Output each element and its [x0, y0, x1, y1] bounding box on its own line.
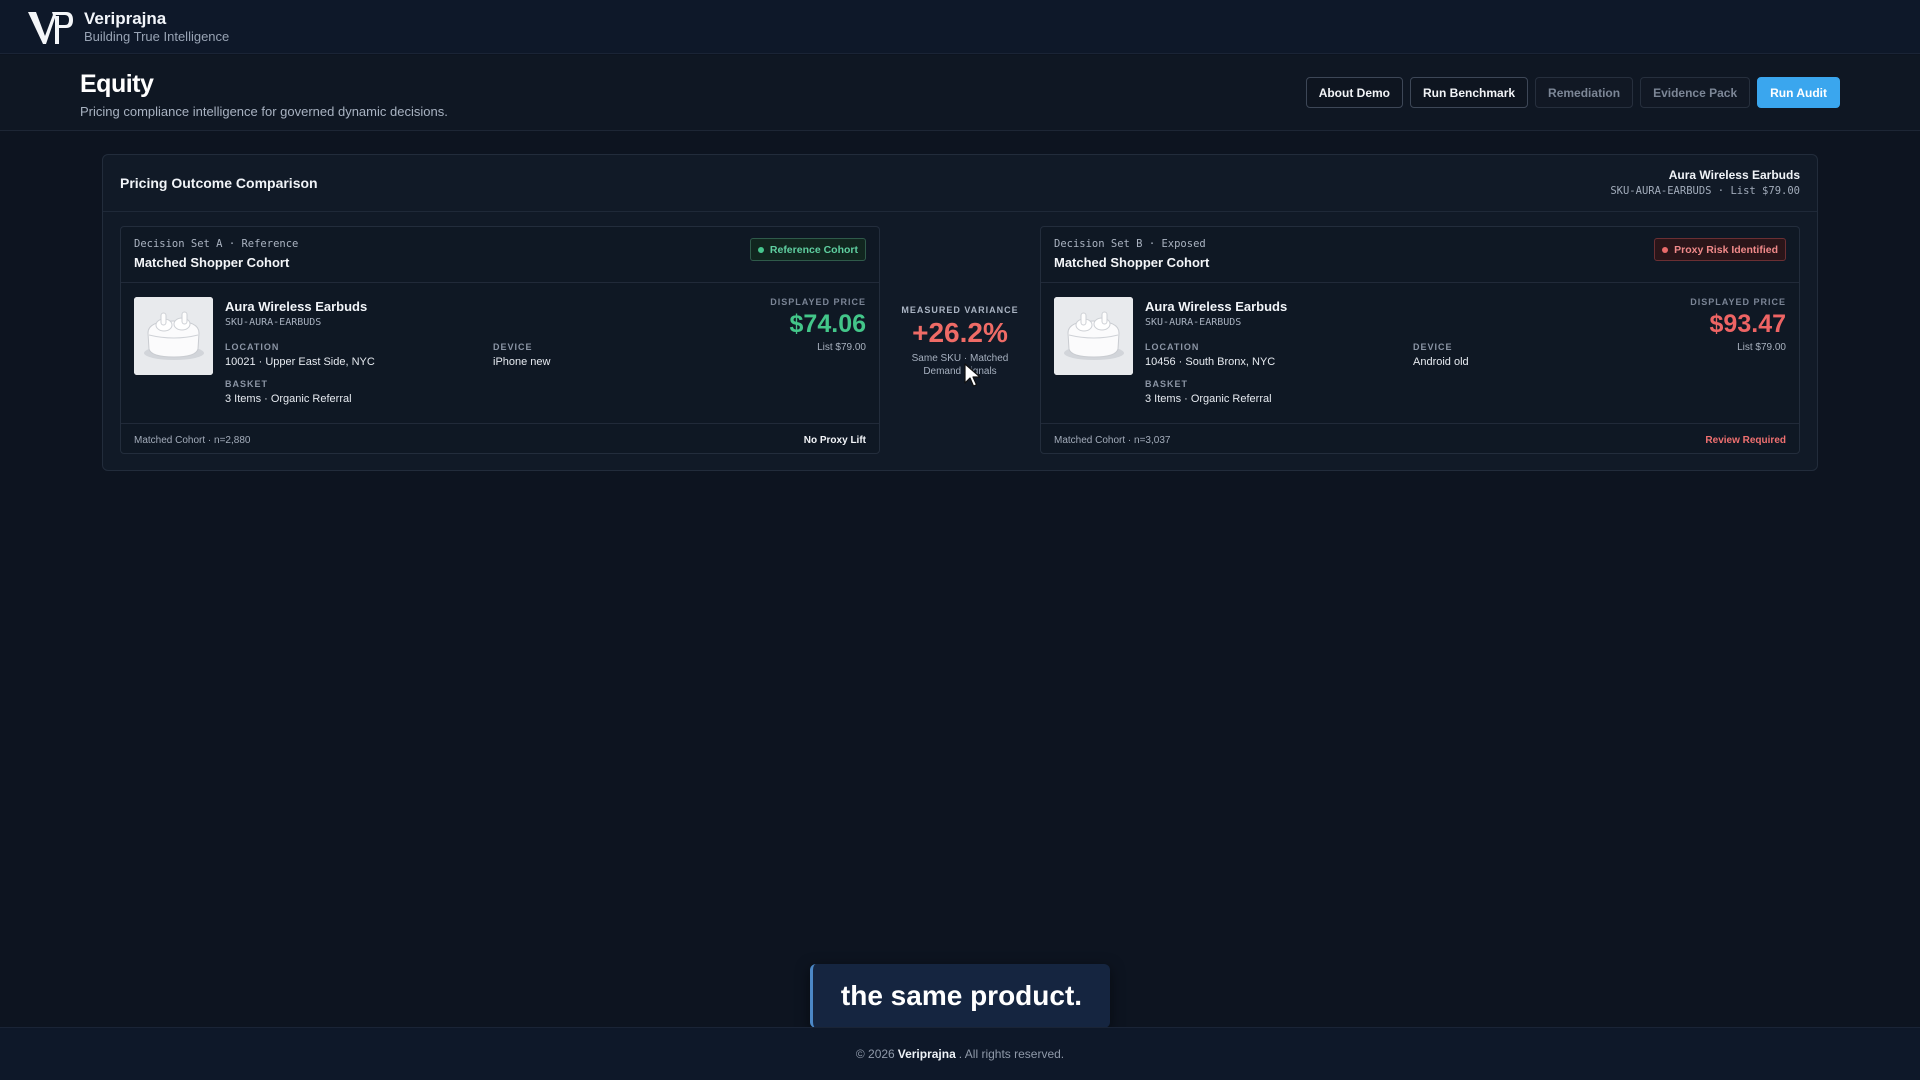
product-name: Aura Wireless Earbuds — [1145, 299, 1288, 314]
product-sku: SKU-AURA-EARBUDS — [225, 317, 322, 328]
card-product-summary: Aura Wireless Earbuds SKU-AURA-EARBUDS ·… — [1610, 168, 1800, 197]
device-label: DEVICE — [1413, 342, 1453, 352]
variance-label: MEASURED VARIANCE — [901, 305, 1019, 315]
reference-cohort-badge: Reference Cohort — [749, 238, 866, 261]
location-value: 10456 · South Bronx, NYC — [1145, 356, 1276, 368]
brand-tagline: Building True Intelligence — [84, 28, 230, 44]
evidence-pack-button[interactable]: Evidence Pack — [1640, 77, 1751, 108]
set-b-label: Decision Set B · Exposed — [1054, 238, 1206, 250]
variance-value: +26.2% — [912, 317, 1008, 348]
device-value: iPhone new — [493, 356, 551, 368]
measured-variance: MEASURED VARIANCE +26.2% Same SKU · Matc… — [880, 305, 1040, 378]
set-a-title: Matched Shopper Cohort — [134, 255, 290, 270]
list-price: List $79.00 — [817, 342, 866, 353]
status-dot-icon — [1662, 246, 1669, 253]
card-title: Pricing Outcome Comparison — [120, 175, 318, 191]
basket-value: 3 Items · Organic Referral — [1145, 393, 1272, 405]
mouse-cursor-icon — [964, 363, 981, 387]
brand-bar: Veriprajna Building True Intelligence — [0, 0, 1920, 54]
product-sku: SKU-AURA-EARBUDS — [1145, 317, 1242, 328]
displayed-price-label: DISPLAYED PRICE — [770, 297, 866, 307]
panel-a-header: Decision Set A · Reference Matched Shopp… — [121, 227, 879, 283]
footer-brand-link[interactable]: Veriprajna — [898, 1047, 956, 1061]
earbuds-product-image — [1054, 297, 1133, 375]
cohort-size: Matched Cohort · n=2,880 — [134, 435, 251, 446]
panel-b-header: Decision Set B · Exposed Matched Shopper… — [1041, 227, 1799, 283]
price-block: DISPLAYED PRICE $74.06 List $79.00 — [770, 297, 866, 353]
page-title: Equity — [80, 70, 154, 98]
card-product-meta: SKU-AURA-EARBUDS · List $79.00 — [1610, 185, 1800, 197]
cohort-size: Matched Cohort · n=3,037 — [1054, 435, 1171, 446]
footer-copyright: © 2026 — [855, 1047, 895, 1061]
displayed-price: $74.06 — [789, 310, 866, 338]
basket-label: BASKET — [225, 379, 269, 389]
status-dot-icon — [757, 246, 764, 253]
device-label: DEVICE — [493, 342, 533, 352]
variance-note: Same SKU · Matched Demand Signals — [911, 353, 1009, 377]
displayed-price-label: DISPLAYED PRICE — [1690, 297, 1786, 307]
page-header: Equity Pricing compliance intelligence f… — [0, 55, 1920, 131]
about-demo-button[interactable]: About Demo — [1305, 77, 1404, 108]
location-label: LOCATION — [225, 342, 280, 352]
location-label: LOCATION — [1145, 342, 1200, 352]
displayed-price: $93.47 — [1709, 310, 1786, 338]
header-actions: About Demo Run Benchmark Remediation Evi… — [1305, 77, 1840, 108]
panel-b-footer: Matched Cohort · n=3,037 Review Required — [1041, 423, 1799, 455]
set-a-label: Decision Set A · Reference — [134, 238, 299, 250]
panel-a-footer: Matched Cohort · n=2,880 No Proxy Lift — [121, 423, 879, 455]
list-price: List $79.00 — [1737, 342, 1786, 353]
page-footer: © 2026 Veriprajna . All rights reserved. — [0, 1027, 1920, 1080]
proxy-verdict: No Proxy Lift — [803, 435, 866, 446]
proxy-risk-badge: Proxy Risk Identified — [1654, 238, 1786, 261]
device-value: Android old — [1413, 356, 1469, 368]
price-block: DISPLAYED PRICE $93.47 List $79.00 — [1690, 297, 1786, 353]
badge-label: Proxy Risk Identified — [1674, 243, 1778, 256]
brand-name: Veriprajna — [84, 8, 167, 28]
run-audit-button[interactable]: Run Audit — [1757, 77, 1840, 108]
page-subtitle: Pricing compliance intelligence for gove… — [80, 104, 448, 119]
decision-set-b-panel: Decision Set B · Exposed Matched Shopper… — [1040, 226, 1800, 454]
remediation-button[interactable]: Remediation — [1535, 77, 1634, 108]
veriprajna-logo-icon[interactable] — [26, 8, 74, 46]
decision-set-a-panel: Decision Set A · Reference Matched Shopp… — [120, 226, 880, 454]
set-b-title: Matched Shopper Cohort — [1054, 255, 1210, 270]
card-header: Pricing Outcome Comparison Aura Wireless… — [103, 155, 1817, 212]
basket-label: BASKET — [1145, 379, 1189, 389]
pricing-comparison-card: Pricing Outcome Comparison Aura Wireless… — [102, 154, 1818, 471]
badge-label: Reference Cohort — [769, 243, 858, 256]
narration-caption: the same product. — [810, 964, 1110, 1028]
earbuds-product-image — [134, 297, 213, 375]
brand-text: Veriprajna Building True Intelligence — [84, 9, 229, 45]
footer-rights: . All rights reserved. — [958, 1047, 1065, 1061]
product-name: Aura Wireless Earbuds — [225, 299, 368, 314]
basket-value: 3 Items · Organic Referral — [225, 393, 352, 405]
card-product-name: Aura Wireless Earbuds — [1668, 168, 1800, 182]
run-benchmark-button[interactable]: Run Benchmark — [1410, 77, 1529, 108]
location-value: 10021 · Upper East Side, NYC — [225, 356, 375, 368]
review-required-link[interactable]: Review Required — [1705, 435, 1786, 446]
